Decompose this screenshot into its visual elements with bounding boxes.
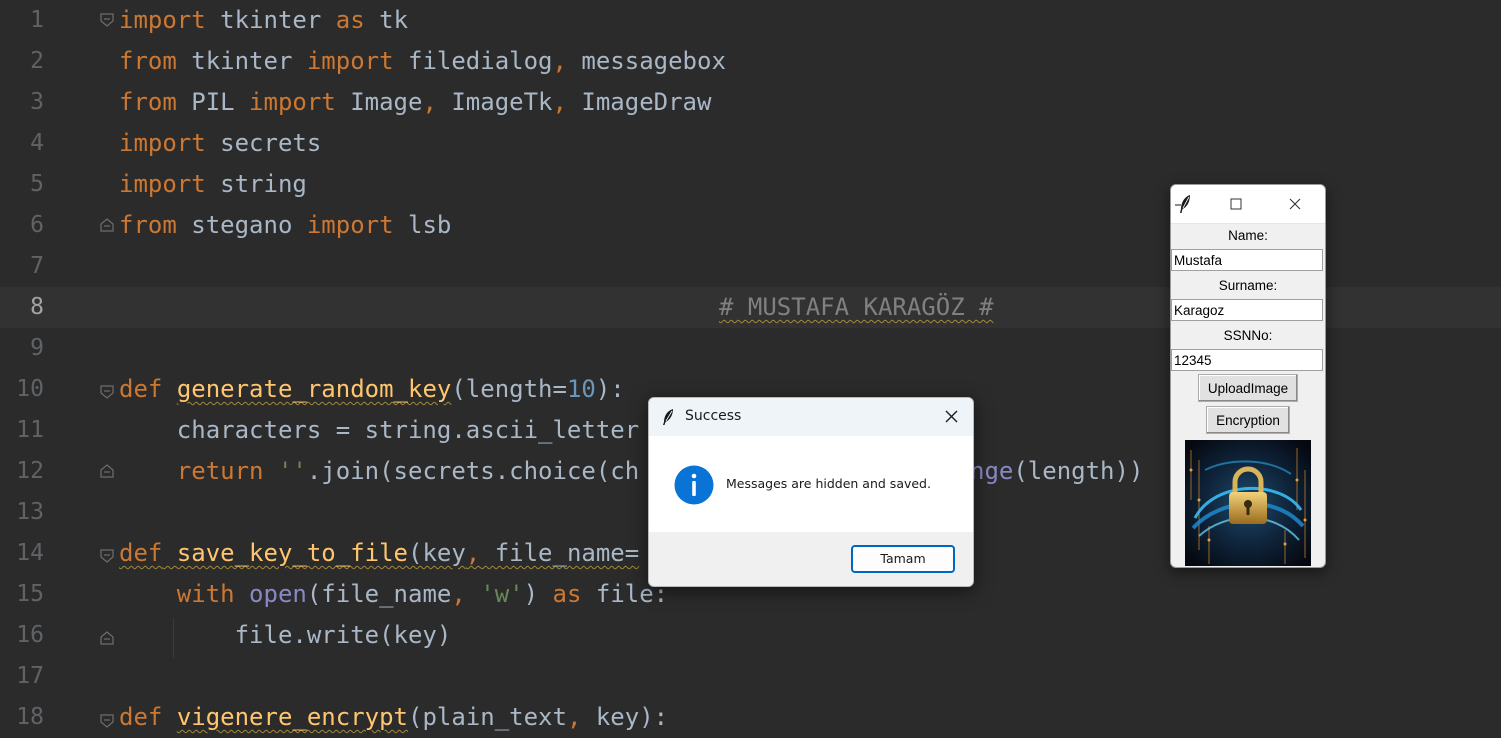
code-line[interactable]: 17 — [0, 656, 1501, 697]
line-number: 14 — [16, 540, 44, 566]
line-number: 16 — [16, 622, 44, 648]
upload-image-button[interactable]: UploadImage — [1198, 374, 1298, 402]
fold-open-icon[interactable] — [99, 384, 115, 400]
line-number: 9 — [30, 335, 44, 361]
line-number: 5 — [30, 171, 44, 197]
line-number: 4 — [30, 130, 44, 156]
code-text: file.write(key) — [119, 621, 452, 649]
ok-button[interactable]: Tamam — [851, 545, 955, 573]
line-number: 13 — [16, 499, 44, 525]
line-number: 3 — [30, 89, 44, 115]
name-label: Name: — [1228, 228, 1268, 243]
line-number: 6 — [30, 212, 44, 238]
code-line[interactable]: 2 from tkinter import filedialog, messag… — [0, 41, 1501, 82]
dialog-title: Success — [685, 408, 742, 424]
surname-label: Surname: — [1218, 278, 1278, 293]
fold-open-icon[interactable] — [99, 713, 115, 729]
encryption-button[interactable]: Encryption — [1206, 406, 1290, 434]
code-line[interactable]: 1 import tkinter as tk — [0, 0, 1501, 41]
fold-open-icon[interactable] — [99, 548, 115, 564]
code-text: def save_key_to_file(key, file_name= — [119, 539, 640, 567]
code-line[interactable]: 16 file.write(key) — [0, 615, 1501, 656]
line-number: 10 — [16, 376, 44, 402]
code-text: with open(file_name, 'w') as file: — [176, 580, 669, 608]
lock-image — [1185, 440, 1311, 566]
code-line[interactable]: 3 from PIL import Image, ImageTk, ImageD… — [0, 82, 1501, 123]
feather-icon — [1175, 195, 1190, 213]
code-text: from tkinter import filedialog, messageb… — [119, 47, 726, 75]
dialog-footer: Tamam — [649, 532, 973, 586]
line-number: 8 — [30, 294, 44, 320]
line-number: 2 — [30, 48, 44, 74]
line-number: 7 — [30, 253, 44, 279]
code-text: def generate_random_key(length=10): — [119, 375, 625, 403]
line-number: 1 — [30, 7, 44, 33]
code-text: from stegano import lsb — [119, 211, 452, 239]
code-text: import string — [119, 170, 307, 198]
info-icon — [674, 465, 714, 505]
ssn-label: SSNNo: — [1223, 328, 1273, 343]
line-number: 11 — [16, 417, 44, 443]
comment-text: # MUSTAFA KARAGÖZ # — [719, 293, 994, 321]
line-number: 17 — [16, 663, 44, 689]
code-text: return ''.join(secrets.choice(ch — [176, 457, 640, 485]
success-dialog: Success Messages are hidden and saved. T… — [648, 397, 974, 587]
code-text: import tkinter as tk — [119, 6, 409, 34]
code-text: from PIL import Image, ImageTk, ImageDra… — [119, 88, 712, 116]
line-number: 12 — [16, 458, 44, 484]
dialog-titlebar[interactable]: Success — [649, 398, 973, 436]
fold-close-icon[interactable] — [99, 463, 115, 479]
tk-app-window: Name: Mustafa Surname: Karagoz SSNNo: 12… — [1170, 184, 1326, 568]
code-text-tail: nge(length)) — [970, 457, 1144, 485]
close-icon[interactable] — [1284, 193, 1306, 215]
fold-close-icon[interactable] — [99, 217, 115, 233]
fold-close-icon[interactable] — [99, 630, 115, 646]
line-number: 15 — [16, 581, 44, 607]
code-text: characters = string.ascii_letter — [119, 416, 640, 444]
feather-icon — [663, 409, 673, 425]
maximize-icon[interactable] — [1225, 193, 1247, 215]
ssn-field[interactable]: 12345 — [1171, 349, 1323, 371]
code-text: import secrets — [119, 129, 322, 157]
indent-guide — [173, 618, 174, 658]
fold-open-icon[interactable] — [99, 12, 115, 28]
dialog-message: Messages are hidden and saved. — [726, 476, 931, 491]
app-titlebar[interactable] — [1171, 185, 1325, 224]
dialog-body: Messages are hidden and saved. — [649, 436, 973, 532]
surname-field[interactable]: Karagoz — [1171, 299, 1323, 321]
close-icon[interactable] — [929, 398, 973, 436]
code-line[interactable]: 4 import secrets — [0, 123, 1501, 164]
name-field[interactable]: Mustafa — [1171, 249, 1323, 271]
